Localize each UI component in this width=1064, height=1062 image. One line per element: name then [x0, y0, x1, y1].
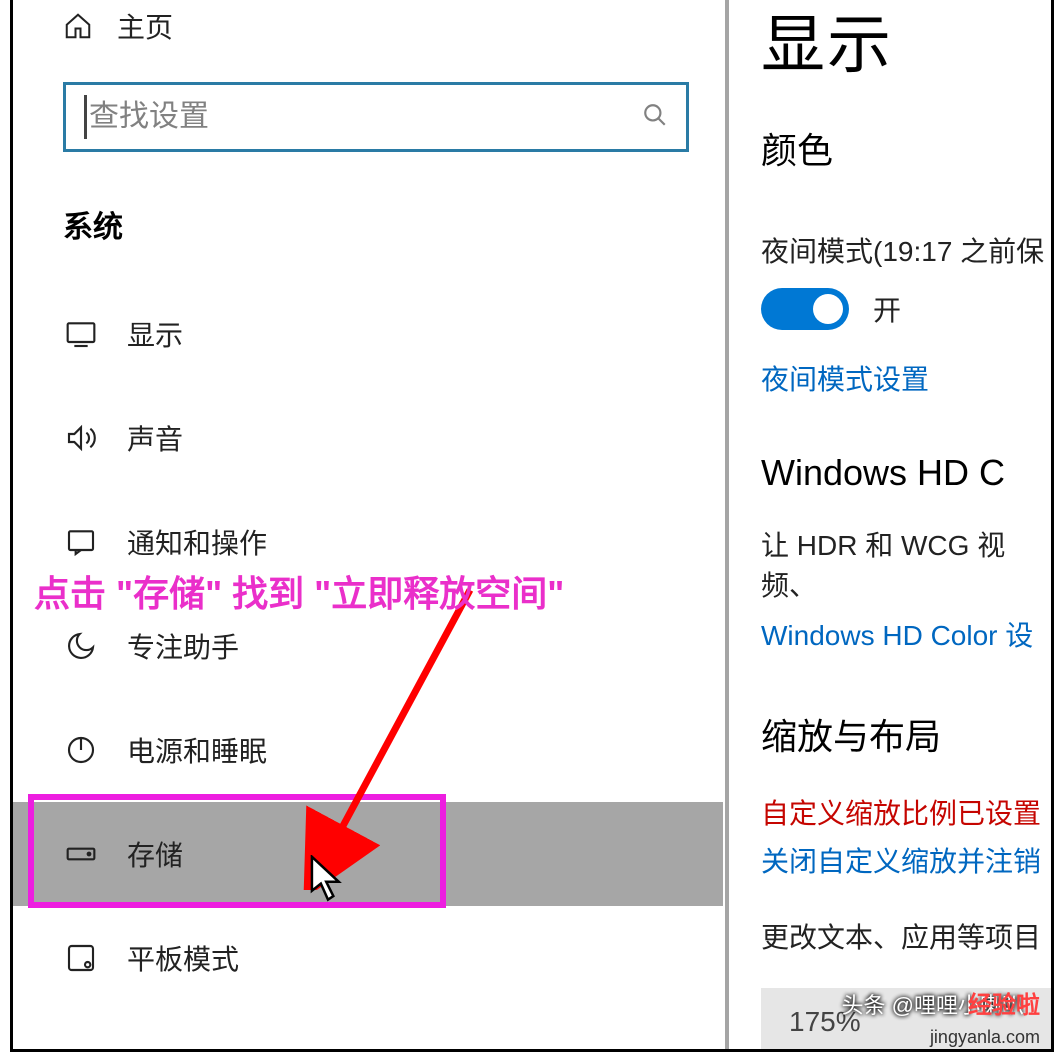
hd-color-desc: 让 HDR 和 WCG 视频、: [761, 524, 1051, 604]
sidebar-item-label: 平板模式: [127, 938, 239, 978]
scale-signout-link[interactable]: 关闭自定义缩放并注销: [761, 840, 1051, 880]
monitor-icon: [63, 318, 99, 350]
annotation-text: 点击 "存储" 找到 "立即释放空间": [34, 565, 564, 617]
sidebar-item-power[interactable]: 电源和睡眠: [13, 698, 723, 802]
tablet-icon: [63, 942, 99, 974]
settings-sidebar: 主页 查找设置 系统 显示 声: [13, 0, 723, 1049]
sidebar-item-label: 声音: [127, 418, 183, 458]
scale-layout-heading: 缩放与布局: [761, 708, 1051, 760]
search-placeholder: 查找设置: [84, 95, 642, 139]
page-title: 显示: [761, 0, 1051, 86]
night-mode-label: 夜间模式(19:17 之前保: [761, 230, 1051, 270]
search-icon: [642, 102, 668, 133]
night-mode-settings-link[interactable]: 夜间模式设置: [761, 358, 1051, 398]
toggle-knob: [813, 294, 843, 324]
sidebar-item-label: 电源和睡眠: [127, 730, 267, 770]
sidebar-item-tablet[interactable]: 平板模式: [13, 906, 723, 1010]
home-icon: [63, 11, 93, 41]
hd-color-heading: Windows HD C: [761, 452, 1051, 494]
power-icon: [63, 734, 99, 766]
home-label: 主页: [117, 6, 173, 46]
night-mode-toggle[interactable]: [761, 288, 849, 330]
moon-icon: [63, 630, 99, 662]
sidebar-item-storage[interactable]: 存储: [13, 802, 723, 906]
scale-warning: 自定义缩放比例已设置: [761, 792, 1051, 832]
toggle-state-label: 开: [873, 289, 901, 329]
sidebar-item-sound[interactable]: 声音: [13, 386, 723, 490]
watermark-url: jingyanla.com: [930, 1027, 1040, 1048]
scale-desc: 更改文本、应用等项目: [761, 916, 1051, 956]
sidebar-item-display[interactable]: 显示: [13, 282, 723, 386]
home-nav-item[interactable]: 主页: [13, 0, 723, 52]
sidebar-item-label: 显示: [127, 314, 183, 354]
sidebar-item-label: 专注助手: [127, 626, 239, 666]
main-content: 显示 颜色 夜间模式(19:17 之前保 开 夜间模式设置 Windows HD…: [723, 0, 1051, 1049]
hd-color-link[interactable]: Windows HD Color 设: [761, 614, 1051, 654]
search-input[interactable]: 查找设置: [63, 82, 689, 152]
section-color-heading: 颜色: [761, 122, 1051, 174]
watermark-brand: 经验啦: [968, 985, 1040, 1020]
speaker-icon: [63, 422, 99, 454]
sidebar-item-label: 存储: [127, 834, 183, 874]
notification-icon: [63, 526, 99, 558]
storage-icon: [63, 838, 99, 870]
sidebar-section-system: 系统: [13, 152, 723, 282]
sidebar-item-label: 通知和操作: [127, 522, 267, 562]
